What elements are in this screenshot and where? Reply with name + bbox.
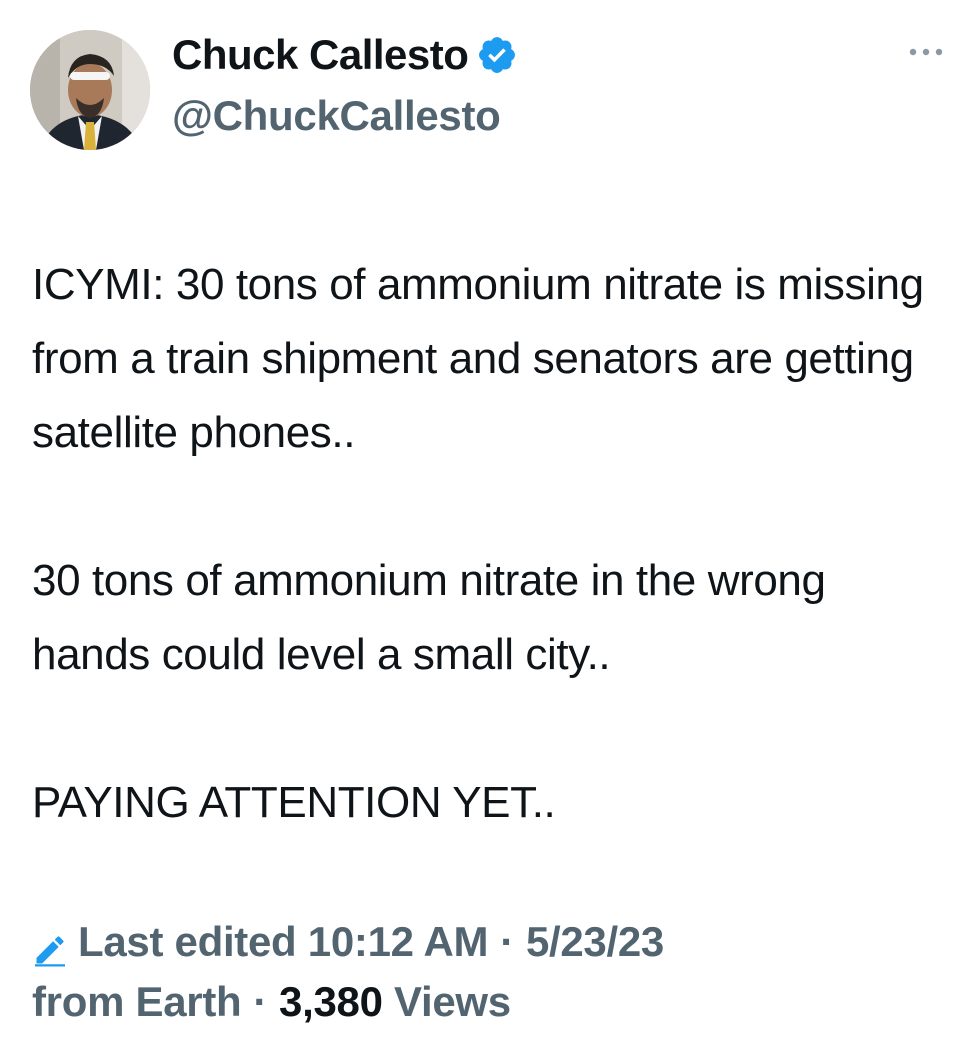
author-avatar[interactable] [30, 30, 150, 150]
views-label: Views [394, 978, 511, 1025]
source-views-line: from Earth · 3,380 Views [32, 972, 952, 1032]
tweet-paragraph: 30 tons of ammonium nitrate in the wrong… [32, 556, 826, 679]
pencil-icon[interactable] [32, 924, 68, 967]
tweet-paragraph: PAYING ATTENTION YET.. [32, 778, 556, 827]
more-options-button[interactable] [906, 40, 946, 64]
tweet-time[interactable]: 10:12 AM [308, 912, 489, 972]
author-name-row[interactable]: Chuck Callesto [172, 30, 518, 80]
author-display-name[interactable]: Chuck Callesto [172, 31, 469, 79]
edit-timestamp-line: Last edited 10:12 AM · 5/23/23 [32, 912, 952, 972]
tweet-date[interactable]: 5/23/23 [526, 912, 664, 972]
verified-badge-icon [476, 34, 518, 76]
tweet-text: ICYMI: 30 tons of ammonium nitrate is mi… [32, 248, 952, 840]
separator-dot: · [500, 918, 514, 965]
tweet-card: Chuck Callesto @ChuckCallesto ICYMI: 30 … [0, 0, 974, 1054]
tweet-metadata: Last edited 10:12 AM · 5/23/23 from Eart… [32, 912, 952, 1032]
author-handle[interactable]: @ChuckCallesto [172, 92, 501, 140]
separator-dot: · [253, 978, 268, 1025]
tweet-paragraph: ICYMI: 30 tons of ammonium nitrate is mi… [32, 260, 924, 457]
more-horizontal-icon [909, 48, 943, 56]
edited-label[interactable]: Last edited [78, 912, 297, 972]
views-count: 3,380 [279, 978, 383, 1025]
tweet-source: from Earth [32, 978, 242, 1025]
avatar-image [30, 30, 150, 150]
